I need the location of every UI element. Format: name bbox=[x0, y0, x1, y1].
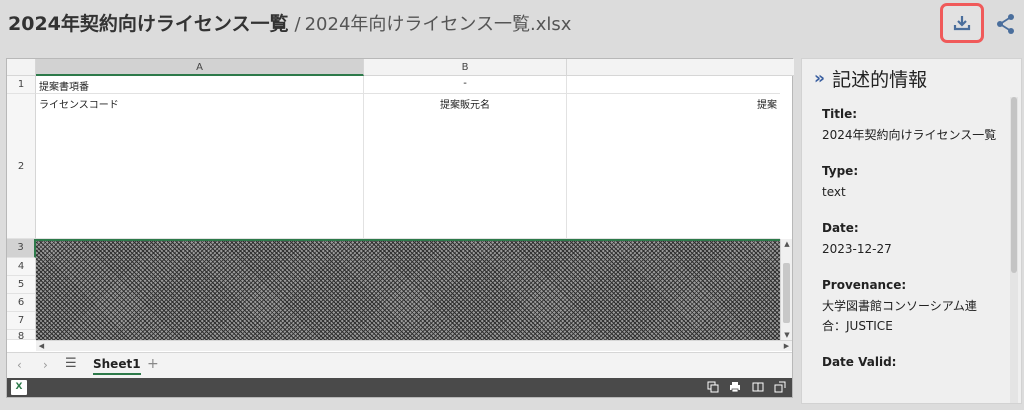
cell-c1[interactable] bbox=[567, 76, 780, 94]
next-sheet-icon[interactable]: › bbox=[43, 358, 48, 372]
scroll-left-icon[interactable]: ◀ bbox=[36, 341, 47, 351]
download-icon bbox=[953, 16, 971, 31]
column-header-a[interactable]: A bbox=[36, 59, 364, 76]
scroll-up-icon[interactable]: ▲ bbox=[781, 239, 793, 249]
horizontal-scrollbar[interactable]: ◀ ▶ bbox=[36, 340, 792, 351]
reading-view-icon[interactable] bbox=[752, 381, 764, 393]
add-sheet-icon[interactable]: + bbox=[147, 356, 159, 372]
vertical-scrollbar[interactable]: ▲ ▼ bbox=[780, 239, 792, 340]
header: 2024年契約向けライセンス一覧/2024年向けライセンス一覧.xlsx bbox=[0, 0, 1024, 46]
panel-header: » 記述的情報 bbox=[814, 65, 927, 92]
row-header-7[interactable]: 7 bbox=[7, 312, 36, 330]
panel-title: 記述的情報 bbox=[832, 69, 928, 91]
print-icon[interactable] bbox=[729, 381, 741, 393]
meta-label-date-valid: Date Valid: bbox=[822, 355, 897, 369]
cell-b2[interactable]: 提案販元名 bbox=[364, 94, 567, 239]
row-header-6[interactable]: 6 bbox=[7, 294, 36, 312]
select-all-corner[interactable] bbox=[7, 59, 36, 76]
column-headers: A B bbox=[7, 59, 794, 76]
file-name: 2024年向けライセンス一覧.xlsx bbox=[304, 14, 572, 35]
metadata-list: Title: 2024年契約向けライセンス一覧 Type: text Date:… bbox=[822, 107, 1000, 369]
selected-range-pattern[interactable] bbox=[36, 239, 780, 340]
sheet-tab-sheet1[interactable]: Sheet1 bbox=[93, 353, 141, 375]
meta-value-provenance: 大学図書館コンソーシアム連合：JUSTICE bbox=[822, 299, 977, 333]
row-header-8[interactable]: 8 bbox=[7, 330, 36, 340]
panel-scroll-thumb[interactable] bbox=[1011, 97, 1017, 273]
title-separator: / bbox=[294, 14, 301, 35]
meta-label-type: Type: bbox=[822, 164, 859, 178]
row-header-5[interactable]: 5 bbox=[7, 276, 36, 294]
copy-icon[interactable] bbox=[707, 381, 719, 393]
sheet-tab-bar: ‹ › ☰ Sheet1 + bbox=[7, 352, 792, 378]
panel-scrollbar[interactable] bbox=[1010, 97, 1018, 403]
chevron-double-right-icon[interactable]: » bbox=[814, 69, 825, 89]
sheet-menu-icon[interactable]: ☰ bbox=[65, 356, 77, 371]
row-header-2[interactable]: 2 bbox=[7, 94, 36, 239]
share-icon bbox=[997, 14, 1014, 34]
download-button[interactable] bbox=[940, 3, 984, 43]
prev-sheet-icon[interactable]: ‹ bbox=[17, 358, 22, 372]
row-header-1[interactable]: 1 bbox=[7, 76, 36, 94]
meta-label-title: Title: bbox=[822, 107, 858, 121]
meta-value-title: 2024年契約向けライセンス一覧 bbox=[822, 128, 997, 142]
meta-value-type: text bbox=[822, 185, 846, 199]
meta-value-date: 2023-12-27 bbox=[822, 242, 892, 256]
meta-label-provenance: Provenance: bbox=[822, 278, 907, 292]
scroll-thumb[interactable] bbox=[783, 263, 790, 323]
scroll-down-icon[interactable]: ▼ bbox=[781, 330, 793, 340]
scroll-right-icon[interactable]: ▶ bbox=[781, 341, 792, 351]
document-title: 2024年契約向けライセンス一覧 bbox=[8, 13, 289, 35]
spreadsheet-viewer: A B 1 提案書項番 - 2 ライセンスコード 提案販元名 提案 3 4 5 … bbox=[6, 58, 794, 398]
column-header-b[interactable]: B bbox=[364, 59, 567, 76]
column-header-c[interactable] bbox=[567, 59, 794, 76]
meta-label-date: Date: bbox=[822, 221, 859, 235]
cell-a1[interactable]: 提案書項番 bbox=[36, 76, 364, 94]
excel-logo-icon: X bbox=[11, 380, 27, 395]
cell-b1[interactable]: - bbox=[364, 76, 567, 94]
status-bar: X bbox=[7, 378, 792, 397]
row-header-4[interactable]: 4 bbox=[7, 258, 36, 276]
row-header-3[interactable]: 3 bbox=[7, 239, 36, 258]
share-button[interactable] bbox=[996, 13, 1016, 35]
fullscreen-icon[interactable] bbox=[774, 381, 786, 393]
cell-c2[interactable]: 提案 bbox=[567, 94, 780, 239]
cell-a2[interactable]: ライセンスコード bbox=[36, 94, 364, 239]
page-title: 2024年契約向けライセンス一覧/2024年向けライセンス一覧.xlsx bbox=[8, 9, 571, 36]
descriptive-info-panel: » 記述的情報 Title: 2024年契約向けライセンス一覧 Type: te… bbox=[801, 58, 1022, 404]
